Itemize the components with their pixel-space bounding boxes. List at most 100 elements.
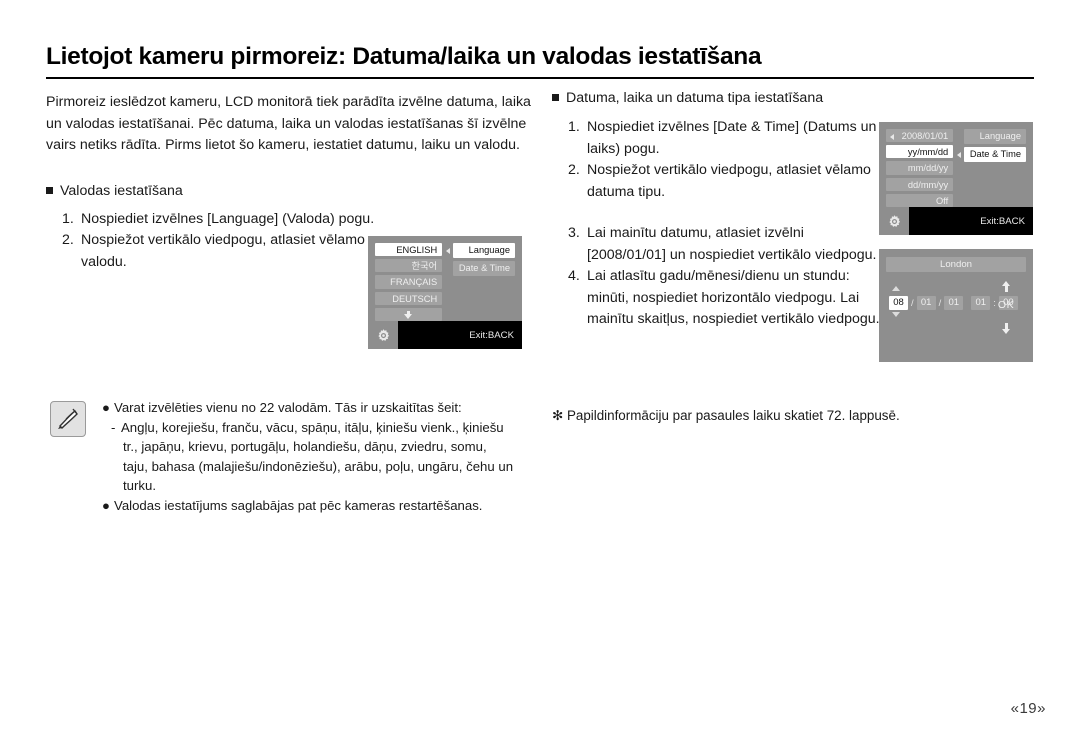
lcd-option-francais[interactable]: FRANÇAIS: [375, 275, 443, 289]
note-sub-line-4: turku.: [123, 478, 156, 494]
lcd-screenshot-worldtime: London 08 / 01 / 01 01 : 00 OK: [879, 249, 1033, 362]
star-note: ✻ Papildinformāciju par pasaules laiku s…: [552, 408, 900, 423]
lcd-option-korean[interactable]: 한국어: [375, 259, 443, 273]
triangle-left-icon: [445, 248, 450, 254]
step-text: Lai atlasītu gadu/mēnesi/dienu un stundu…: [587, 268, 880, 327]
note-sub-line-3: taju, bahasa (malajiešu/indonēziešu), ar…: [123, 458, 514, 474]
dot-bullet-icon: ●: [102, 497, 110, 513]
note-bullet-line: ● Varat izvēlēties vienu no 22 valodām. …: [102, 398, 546, 418]
lcd-gear-cell: [368, 321, 398, 349]
note-bullet-1: Varat izvēlēties vienu no 22 valodām. Tā…: [114, 400, 462, 415]
intro-paragraph: Pirmoreiz ieslēdzot kameru, LCD monitorā…: [46, 94, 531, 153]
step-text: Nospiežot vertikālo viedpogu, atlasiet v…: [587, 162, 871, 200]
day-field[interactable]: 01: [944, 296, 964, 310]
lcd-datetime-columns: 2008/01/01 yy/mm/dd mm/dd/yy dd/mm/yy Of…: [879, 122, 1033, 208]
worldtime-ok-button[interactable]: OK: [993, 299, 1019, 311]
lcd-menu-language[interactable]: Language: [964, 129, 1026, 144]
note-bullet-2: Valodas iestatījums saglabājas pat pēc k…: [114, 497, 483, 513]
page-title-block: Lietojot kameru pirmoreiz: Datuma/laika …: [46, 43, 1034, 79]
caret-up-icon[interactable]: [892, 286, 900, 291]
lcd-datetime-statusbar: Exit:BACK: [879, 207, 1033, 235]
lcd-datetime-menu: Language Date & Time: [964, 129, 1026, 207]
lcd-option-date-value[interactable]: 2008/01/01: [886, 129, 954, 143]
step-text: Nospiediet izvēlnes [Date & Time] (Datum…: [587, 119, 877, 157]
square-bullet-icon: [552, 94, 559, 101]
datetime-section-heading: Datuma, laika un datuma tipa iestatīšana: [552, 88, 1042, 109]
lcd-option-ddmmyy[interactable]: dd/mm/yy: [886, 177, 954, 191]
dash-bullet-icon: -: [111, 419, 116, 435]
lcd-language-list: ENGLISH 한국어 FRANÇAIS DEUTSCH: [375, 243, 443, 322]
step-text: Nospiežot vertikālo viedpogu, atlasiet v…: [81, 232, 365, 270]
list-item: 2. Nospiežot vertikālo viedpogu, atlasie…: [62, 230, 392, 273]
lcd-option-yymmdd[interactable]: yy/mm/dd: [886, 145, 954, 159]
date-separator: /: [938, 297, 942, 309]
datetime-steps-top: 1. Nospiediet izvēlnes [Date & Time] (Da…: [552, 117, 883, 203]
lcd-gear-cell: [879, 207, 909, 235]
gear-icon: [887, 214, 902, 229]
lcd-screenshot-language: ENGLISH 한국어 FRANÇAIS DEUTSCH Language Da…: [368, 236, 522, 349]
lcd-option-deutsch[interactable]: DEUTSCH: [375, 291, 443, 305]
step-text: Lai mainītu datumu, atlasiet izvēlni [20…: [587, 225, 877, 263]
date-separator: /: [911, 297, 914, 309]
lcd-exit-label: Exit:BACK: [909, 207, 1033, 235]
arrow-down-icon: [404, 310, 413, 320]
lcd-datetime-inner: 2008/01/01 yy/mm/dd mm/dd/yy dd/mm/yy Of…: [879, 122, 1033, 235]
worldtime-up-button[interactable]: [993, 279, 1019, 297]
lcd-worldtime-inner: London 08 / 01 / 01 01 : 00 OK: [879, 249, 1033, 362]
lcd-menu-date-time[interactable]: Date & Time: [453, 261, 515, 276]
step-number: 1.: [62, 210, 74, 227]
note-sub-line-1: Angļu, korejiešu, franču, vācu, spāņu, i…: [121, 419, 504, 435]
step-number: 4.: [568, 268, 580, 284]
lcd-menu-language[interactable]: Language: [453, 243, 515, 258]
note-bullet-line: ● Valodas iestatījums saglabājas pat pēc…: [102, 496, 546, 516]
datetime-section-heading-label: Datuma, laika un datuma tipa iestatīšana: [566, 90, 824, 106]
lcd-language-inner: ENGLISH 한국어 FRANÇAIS DEUTSCH Language Da…: [368, 236, 522, 349]
language-section-heading: Valodas iestatīšana: [46, 181, 536, 202]
gear-icon: [376, 328, 391, 343]
lcd-menu-date-time[interactable]: Date & Time: [964, 147, 1026, 162]
month-field[interactable]: 01: [916, 296, 936, 310]
worldtime-down-button[interactable]: [993, 321, 1019, 339]
list-item: 3. Lai mainītu datumu, atlasiet izvēlni …: [568, 223, 886, 266]
title-divider: [46, 76, 1034, 79]
note-body: ● Varat izvēlēties vienu no 22 valodām. …: [102, 398, 546, 516]
triangle-left-icon: [890, 134, 894, 140]
list-item: 1. Nospiediet izvēlnes [Date & Time] (Da…: [568, 117, 883, 160]
lcd-city-label: London: [886, 257, 1026, 272]
note-sub-line: - Angļu, korejiešu, franču, vācu, spāņu,…: [111, 418, 546, 438]
language-section-heading-label: Valodas iestatīšana: [60, 182, 183, 199]
arrow-down-icon: [1001, 323, 1011, 334]
page-title: Lietojot kameru pirmoreiz: Datuma/laika …: [46, 43, 762, 70]
datetime-steps-bottom: 3. Lai mainītu datumu, atlasiet izvēlni …: [552, 223, 886, 331]
note-block: ● Varat izvēlēties vienu no 22 valodām. …: [46, 398, 546, 516]
manual-page: Lietojot kameru pirmoreiz: Datuma/laika …: [0, 0, 1080, 746]
lcd-exit-label: Exit:BACK: [398, 321, 522, 349]
year-field[interactable]: 08: [889, 296, 908, 310]
list-item: 4. Lai atlasītu gadu/mēnesi/dienu un stu…: [568, 266, 886, 331]
lcd-option-english[interactable]: ENGLISH: [375, 243, 443, 257]
lcd-datetime-pointer: [953, 129, 964, 207]
step-number: 1.: [568, 119, 580, 135]
lcd-option-off[interactable]: Off: [886, 193, 954, 208]
list-item: 2. Nospiežot vertikālo viedpogu, atlasie…: [568, 160, 883, 203]
lcd-language-pointer: [442, 243, 453, 321]
step-number: 3.: [568, 225, 580, 241]
lcd-language-statusbar: Exit:BACK: [368, 321, 522, 349]
language-steps-list: 1. Nospiediet izvēlnes [Language] (Valod…: [46, 209, 392, 274]
memo-pencil-icon: [50, 401, 86, 437]
step-number: 2.: [568, 162, 580, 178]
note-sub-line-2: tr., japāņu, krievu, portugāļu, holandie…: [123, 439, 487, 455]
lcd-datetype-list: 2008/01/01 yy/mm/dd mm/dd/yy dd/mm/yy Of…: [886, 129, 954, 208]
step-number: 2.: [62, 232, 74, 248]
arrow-up-icon: [1001, 281, 1011, 292]
lcd-language-menu: Language Date & Time: [453, 243, 515, 321]
lcd-option-mmddyy[interactable]: mm/dd/yy: [886, 161, 954, 175]
page-number: «19»: [1010, 700, 1046, 717]
lcd-language-columns: ENGLISH 한국어 FRANÇAIS DEUTSCH Language Da…: [368, 236, 522, 322]
square-bullet-icon: [46, 186, 53, 194]
hour-field[interactable]: 01: [971, 296, 991, 310]
dot-bullet-icon: ●: [102, 400, 110, 415]
lcd-option-more[interactable]: [375, 307, 443, 322]
caret-down-icon[interactable]: [892, 312, 900, 317]
list-item: 1. Nospiediet izvēlnes [Language] (Valod…: [62, 209, 392, 231]
